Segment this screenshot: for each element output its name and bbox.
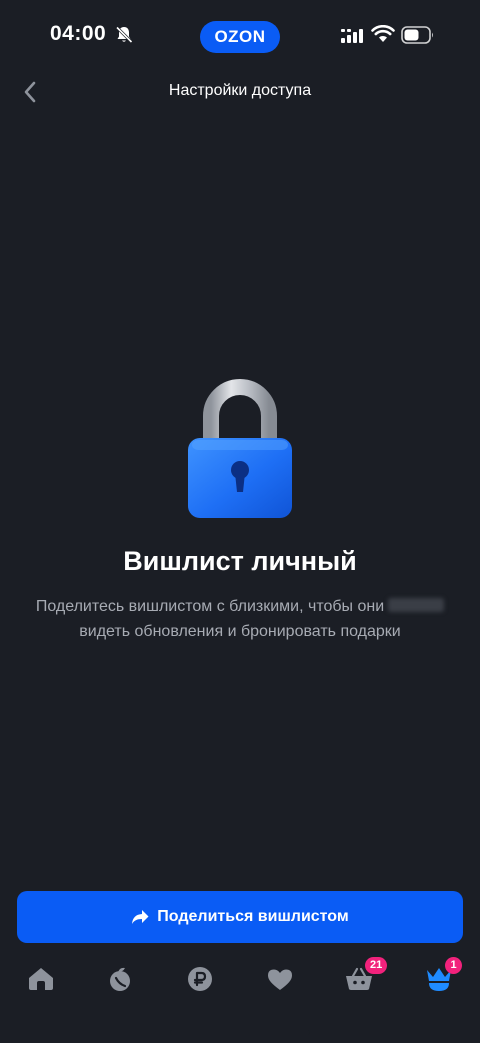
tab-cart[interactable]: 21: [339, 957, 388, 995]
share-button-label: Поделиться вишлистом: [157, 908, 349, 925]
tab-fresh[interactable]: [100, 963, 140, 995]
header: Настройки доступа: [0, 72, 480, 112]
home-icon: [29, 968, 53, 990]
tab-profile[interactable]: 1: [419, 957, 462, 995]
cellular-signal-icon: [341, 29, 363, 43]
redacted-text: [388, 598, 445, 612]
cart-badge: 21: [365, 957, 388, 974]
status-time: 04:00: [50, 22, 107, 45]
tab-favorites[interactable]: [260, 963, 300, 995]
tab-home[interactable]: [21, 963, 61, 995]
page-title: Настройки доступа: [168, 82, 312, 99]
share-arrow-icon: [132, 910, 149, 924]
fresh-apple-icon: [110, 967, 130, 991]
battery-icon: [401, 26, 433, 44]
home-indicator: [170, 1030, 310, 1035]
description-line-1: Поделитесь вишлистом с близкими, чтобы о…: [35, 598, 385, 615]
heart-icon: [268, 969, 292, 990]
bell-off-icon: [115, 26, 133, 44]
profile-badge: 1: [445, 957, 462, 974]
bottom-tab-bar: 21 1: [0, 955, 480, 1005]
wishlist-status-title: Вишлист личный: [123, 546, 357, 576]
description-line-2: видеть обновления и бронировать подарки: [79, 623, 401, 640]
share-wishlist-button[interactable]: Поделиться вишлистом: [17, 891, 463, 943]
ruble-icon: [188, 967, 212, 991]
tab-finance[interactable]: [180, 963, 220, 995]
padlock-icon: [188, 379, 292, 518]
wifi-icon: [371, 25, 395, 42]
wishlist-status-description: Поделитесь вишлистом с близкими, чтобы о…: [24, 594, 456, 644]
ozon-logo: OZON: [200, 21, 280, 53]
status-bar: 04:00 OZON: [0, 0, 480, 72]
